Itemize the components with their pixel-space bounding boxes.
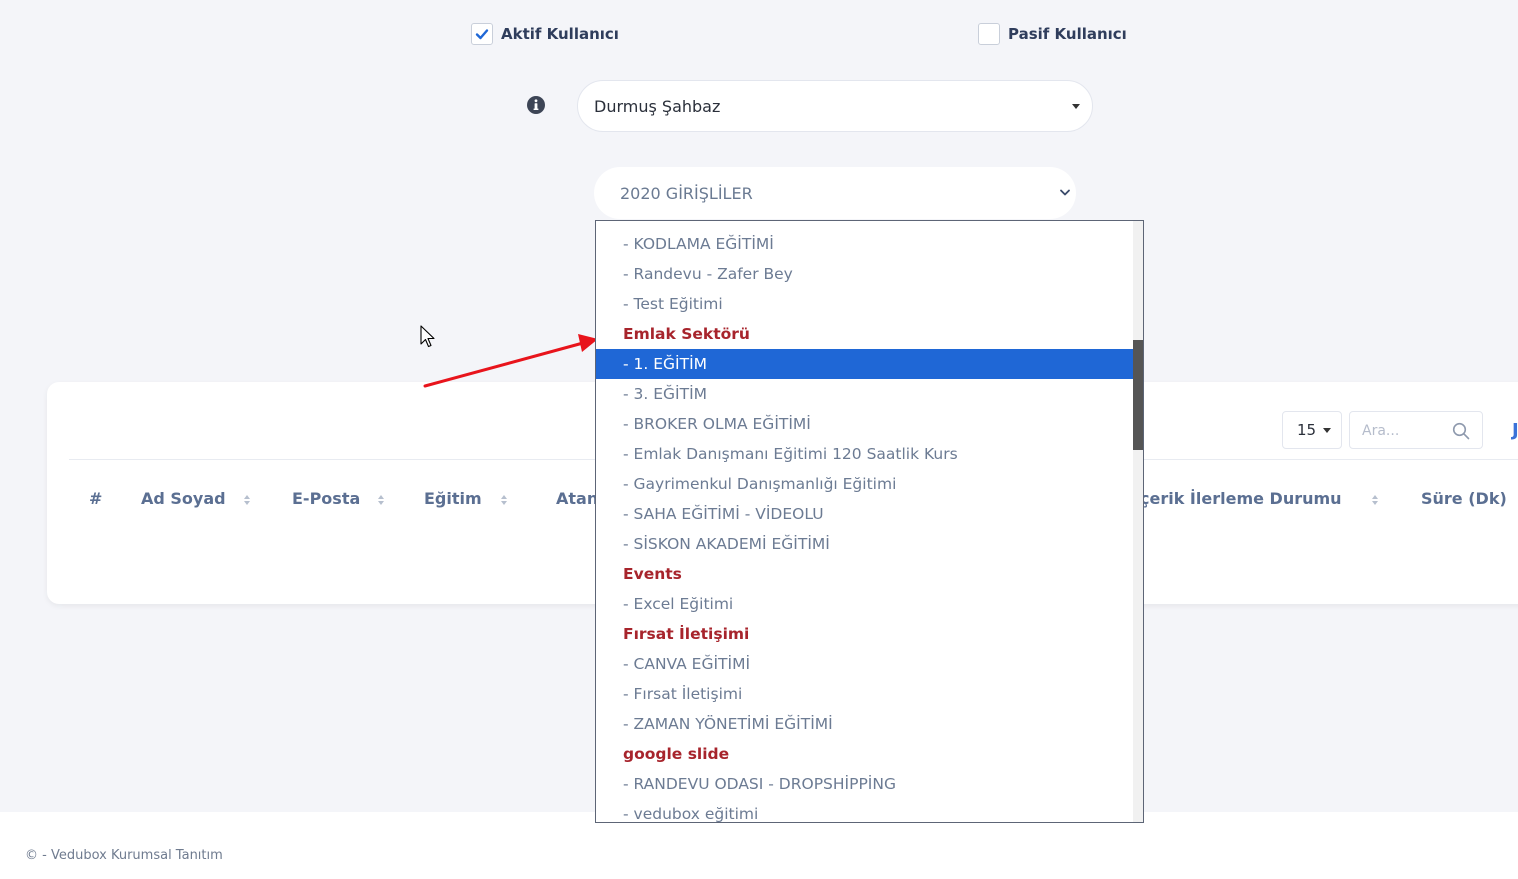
dropdown-option[interactable]: - vedubox eğitimi: [596, 799, 1133, 822]
mouse-cursor-icon: [420, 325, 435, 348]
partial-toolbar-icon[interactable]: J: [1512, 420, 1518, 441]
column-header-training[interactable]: Eğitim: [424, 489, 482, 508]
passive-user-filter[interactable]: Pasif Kullanıcı: [978, 20, 1127, 48]
sort-icon[interactable]: [243, 494, 251, 506]
annotation-arrow: [423, 334, 598, 388]
dropdown-option[interactable]: - Fırsat İletişimi: [596, 679, 1133, 709]
dropdown-option[interactable]: - SİSKON AKADEMİ EĞİTİMİ: [596, 529, 1133, 559]
dropdown-option[interactable]: - Emlak Danışmanı Eğitimi 120 Saatlik Ku…: [596, 439, 1133, 469]
caret-down-icon: [1072, 104, 1080, 109]
caret-down-icon: [1323, 427, 1332, 433]
scrollbar-thumb[interactable]: [1133, 340, 1143, 450]
dropdown-option[interactable]: - 3. EĞİTİM: [596, 379, 1133, 409]
page-size-value: 15: [1297, 421, 1317, 439]
sort-icon[interactable]: [1371, 494, 1379, 506]
footer-text: © - Vedubox Kurumsal Tanıtım: [25, 848, 223, 863]
dropdown-option[interactable]: - RANDEVU ODASI - DROPSHİPPİNG: [596, 769, 1133, 799]
dropdown-option[interactable]: - SAHA EĞİTİMİ - VİDEOLU: [596, 499, 1133, 529]
dropdown-option[interactable]: - KODLAMA EĞİTİMİ: [596, 229, 1133, 259]
active-user-checkbox[interactable]: [471, 23, 493, 45]
check-icon: [475, 29, 489, 40]
dropdown-option[interactable]: - CANVA EĞİTİMİ: [596, 649, 1133, 679]
dropdown-option[interactable]: - ZAMAN YÖNETİMİ EĞİTİMİ: [596, 709, 1133, 739]
active-user-label: Aktif Kullanıcı: [501, 25, 619, 43]
info-circle-icon[interactable]: [527, 96, 545, 114]
search-icon[interactable]: [1452, 422, 1470, 440]
dropdown-option[interactable]: - 1. EĞİTİM: [596, 349, 1133, 379]
dropdown-group-label: google slide: [623, 745, 730, 763]
search-input[interactable]: [1350, 412, 1464, 450]
user-select-value: Durmuş Şahbaz: [594, 96, 721, 116]
column-header-index: #: [89, 489, 103, 508]
group-select[interactable]: 2020 GİRİŞLİLER: [594, 167, 1076, 219]
dropdown-option[interactable]: - Gayrimenkul Danışmanlığı Eğitimi: [596, 469, 1133, 499]
training-dropdown-list[interactable]: - vedubox eğitimi - RANDEVU ODASI - DROPS…: [595, 220, 1144, 823]
table-search[interactable]: [1349, 411, 1483, 450]
dropdown-group-label: Fırsat İletişimi: [623, 625, 750, 643]
dropdown-group-label: Events: [623, 565, 682, 583]
column-header-duration[interactable]: Süre (Dk): [1421, 489, 1507, 508]
passive-user-checkbox[interactable]: [978, 23, 1000, 45]
sort-icon[interactable]: [377, 494, 385, 506]
dropdown-option[interactable]: - Excel Eğitimi: [596, 589, 1133, 619]
user-select[interactable]: Durmuş Şahbaz: [577, 80, 1093, 132]
dropdown-option[interactable]: - BROKER OLMA EĞİTİMİ: [596, 409, 1133, 439]
dropdown-option[interactable]: - Test Eğitimi: [596, 289, 1133, 319]
column-header-progress[interactable]: çerik İlerleme Durumu: [1140, 489, 1342, 508]
scrollbar-track[interactable]: [1133, 221, 1143, 822]
page-size-select[interactable]: 15: [1282, 411, 1342, 449]
column-header-assigned[interactable]: Atan: [556, 489, 598, 508]
chevron-down-icon: [1060, 189, 1070, 196]
group-select-value: 2020 GİRİŞLİLER: [620, 183, 753, 203]
column-header-email[interactable]: E-Posta: [292, 489, 360, 508]
active-user-filter[interactable]: Aktif Kullanıcı: [471, 20, 619, 48]
passive-user-label: Pasif Kullanıcı: [1008, 25, 1127, 43]
sort-icon[interactable]: [500, 494, 508, 506]
dropdown-option[interactable]: - Randevu - Zafer Bey: [596, 259, 1133, 289]
column-header-name[interactable]: Ad Soyad: [141, 489, 226, 508]
dropdown-group-label: Emlak Sektörü: [623, 325, 750, 343]
